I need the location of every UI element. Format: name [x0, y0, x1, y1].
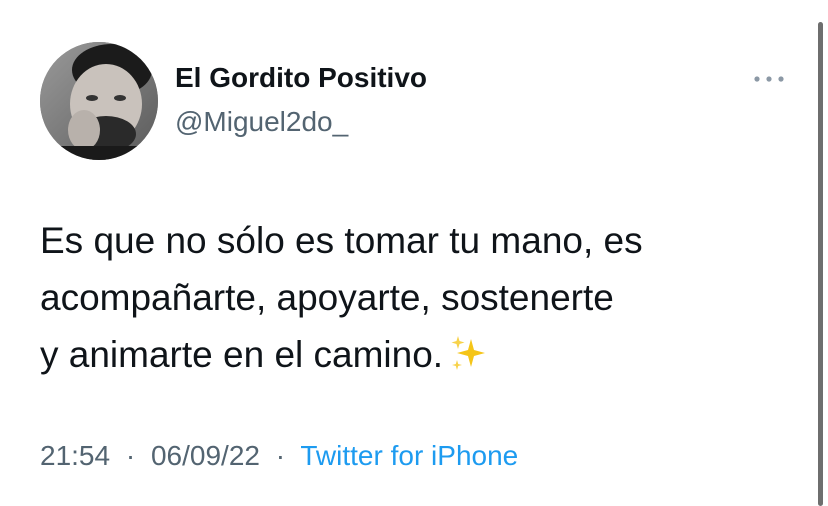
tweet-text-line-content: y animarte en el camino.	[40, 334, 444, 375]
tweet-metadata: 21:54 · 06/09/22 · Twitter for iPhone	[40, 440, 518, 472]
tweet-text-line: Es que no sólo es tomar tu mano, es	[40, 220, 643, 261]
separator-dot: ·	[275, 440, 286, 471]
tweet-text: Es que no sólo es tomar tu mano, es acom…	[40, 212, 800, 389]
scrollbar[interactable]	[818, 22, 823, 506]
more-options-icon	[754, 76, 784, 82]
author-handle[interactable]: @Miguel2do_	[175, 106, 348, 138]
tweet-source-link[interactable]: Twitter for iPhone	[300, 440, 518, 471]
author-display-name[interactable]: El Gordito Positivo	[175, 62, 427, 94]
sparkles-emoji-icon	[449, 332, 489, 389]
profile-photo-icon	[40, 42, 158, 160]
tweet-text-line: acompañarte, apoyarte, sostenerte	[40, 277, 614, 318]
author-avatar[interactable]	[40, 42, 158, 160]
separator-dot: ·	[125, 440, 136, 471]
tweet-time[interactable]: 21:54	[40, 440, 110, 471]
more-options-button[interactable]	[752, 66, 786, 92]
tweet-text-line-last: y animarte en el camino.	[40, 326, 800, 389]
tweet-date[interactable]: 06/09/22	[151, 440, 260, 471]
tweet-card: El Gordito Positivo @Miguel2do_ Es que n…	[0, 0, 828, 506]
